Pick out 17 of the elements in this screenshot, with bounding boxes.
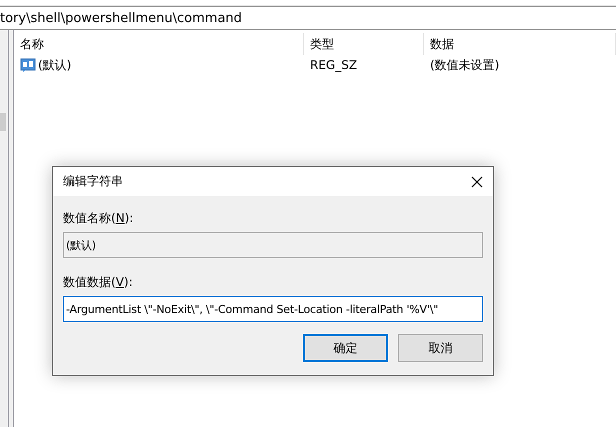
column-header[interactable]: 名称 [14,33,304,55]
field-label: 数值数据(V): [63,274,133,290]
address-bar[interactable]: tory\shell\powershellmenu\command [0,6,616,30]
table-cell: (默认) [38,56,72,74]
input-field[interactable]: -ArgumentList \"-NoExit\", \"-Command Set-Location -literalPath '%V'\" [63,296,483,322]
scrollbar-thumb[interactable] [0,113,6,131]
column-header[interactable]: 类型 [304,33,424,55]
dialog-button[interactable]: 确定 [303,334,388,362]
dialog-button[interactable]: 取消 [398,334,483,362]
field-label: 数值名称(N): [63,210,134,226]
table-row[interactable]: (默认) REG_SZ (数值未设置) [14,55,616,75]
column-header[interactable]: 数据 [424,33,616,55]
table-cell: (数值未设置) [430,56,500,74]
table-cell: REG_SZ [310,58,358,72]
string-value-icon [20,57,36,73]
dialog-title: 编辑字符串 [63,173,123,190]
close-icon[interactable] [471,176,483,188]
